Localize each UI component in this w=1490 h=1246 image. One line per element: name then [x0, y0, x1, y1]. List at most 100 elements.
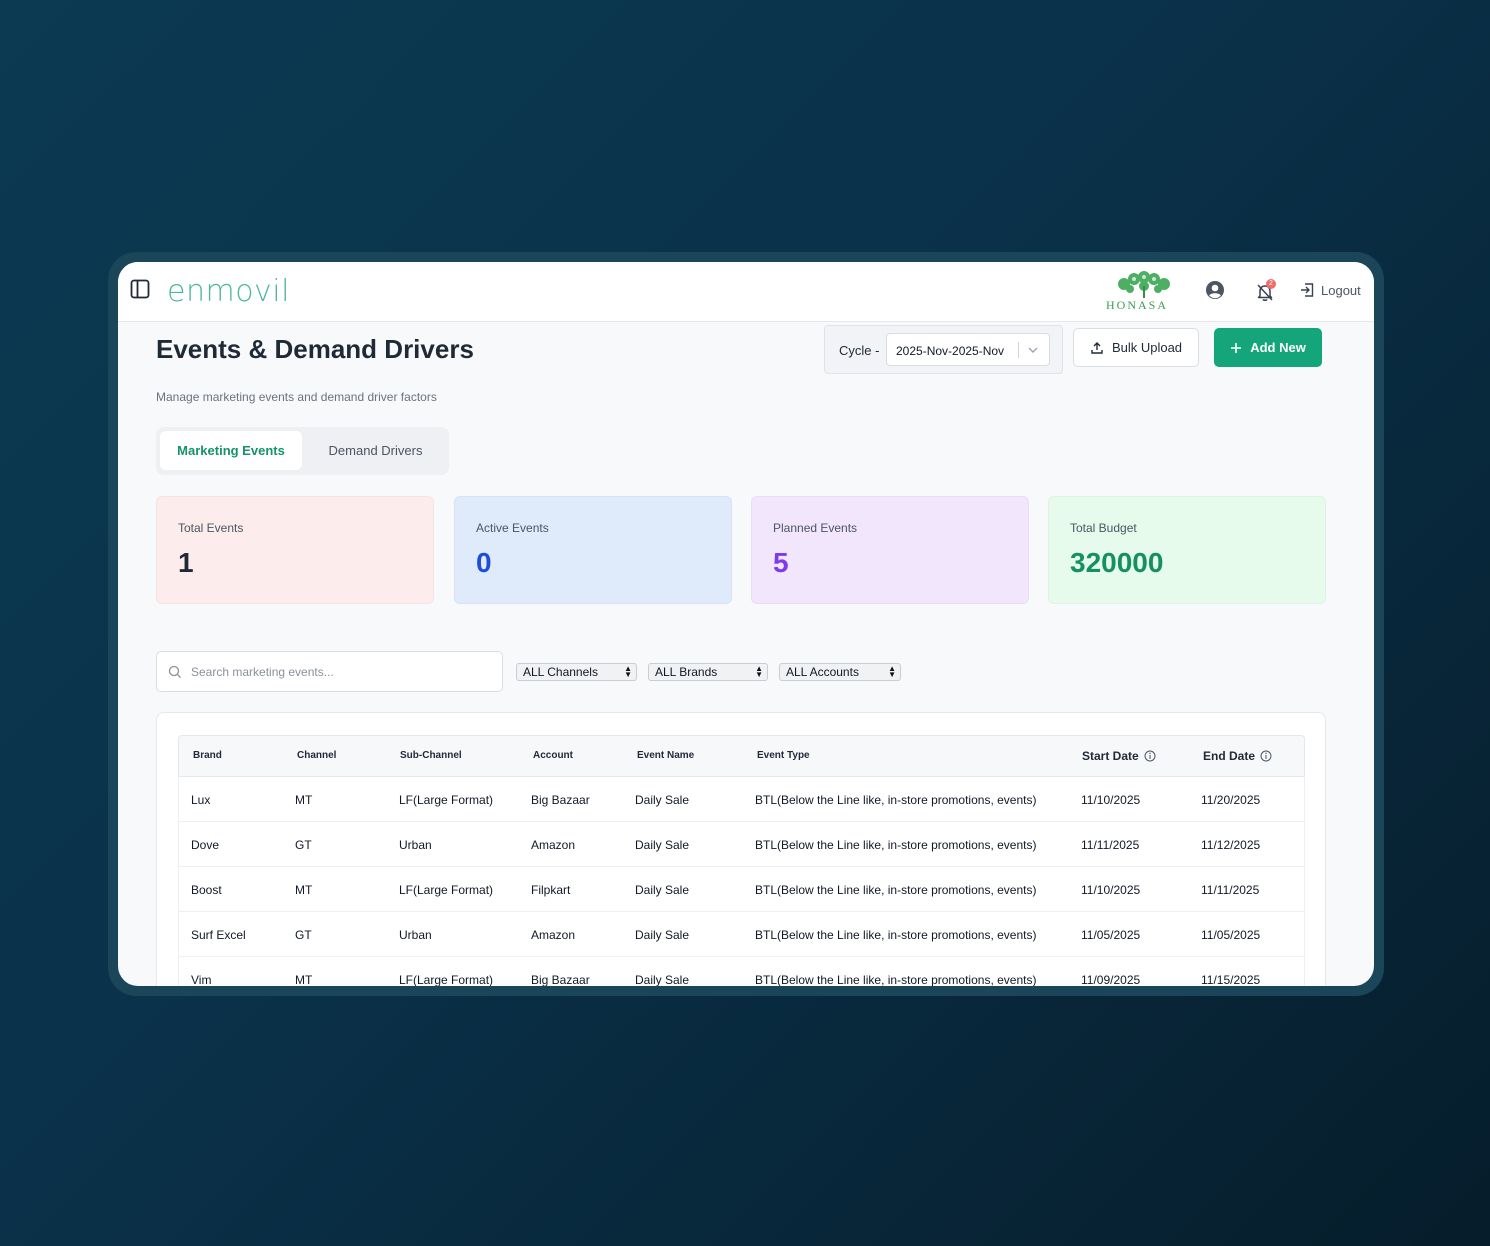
- select-arrows-icon: ▲ ▼: [624, 664, 632, 679]
- page-title: Events & Demand Drivers: [156, 334, 474, 364]
- cell-start-date: 11/05/2025: [1081, 928, 1141, 942]
- app-logo[interactable]: enmovil: [167, 274, 290, 309]
- cell-end-date: 11/15/2025: [1201, 973, 1261, 986]
- brand-logo: HONASA: [1104, 270, 1184, 312]
- cell-sub-channel: LF(Large Format): [399, 793, 494, 807]
- cell-channel: MT: [295, 793, 313, 807]
- user-icon[interactable]: [1205, 280, 1225, 300]
- app-window: enmovil HONASA 2 Logout Events & Demand …: [118, 262, 1374, 986]
- cell-end-date: 11/12/2025: [1201, 838, 1261, 852]
- brand-logo-text: HONASA: [1106, 298, 1169, 312]
- bulk-upload-label: Bulk Upload: [1111, 340, 1183, 355]
- table-row[interactable]: Lux MT LF(Large Format) Big Bazaar Daily…: [178, 777, 1305, 822]
- column-header-event-name[interactable]: Event Name: [637, 750, 694, 761]
- cell-sub-channel: LF(Large Format): [399, 883, 494, 897]
- table-row[interactable]: Vim MT LF(Large Format) Big Bazaar Daily…: [178, 957, 1305, 986]
- cell-account: Amazon: [531, 838, 576, 852]
- logout-label: Logout: [1321, 282, 1361, 298]
- cell-sub-channel: Urban: [399, 928, 432, 942]
- tab-demand-drivers[interactable]: Demand Drivers: [306, 431, 445, 470]
- cell-start-date: 11/09/2025: [1081, 973, 1141, 986]
- bulk-upload-button[interactable]: Bulk Upload: [1073, 328, 1199, 367]
- chevron-down-icon: [1028, 347, 1038, 353]
- search-box: [156, 651, 503, 692]
- column-header-brand[interactable]: Brand: [193, 750, 222, 761]
- cycle-dropdown[interactable]: 2025-Nov-2025-Nov: [886, 333, 1050, 366]
- logout-button[interactable]: Logout: [1299, 282, 1361, 298]
- info-icon[interactable]: [1144, 750, 1156, 762]
- table-header: Brand Channel Sub-Channel Account Event …: [178, 735, 1305, 777]
- cell-account: Filpkart: [531, 883, 571, 897]
- cell-channel: MT: [295, 883, 313, 897]
- column-header-account[interactable]: Account: [533, 750, 573, 761]
- info-icon[interactable]: [1260, 750, 1272, 762]
- tree-logo-icon: [1118, 271, 1170, 298]
- brand-select[interactable]: ALL Brands ▲ ▼: [648, 663, 768, 681]
- stat-label: Total Budget: [1070, 521, 1137, 535]
- column-header-sub-channel[interactable]: Sub-Channel: [400, 750, 462, 761]
- stat-label: Active Events: [476, 521, 549, 535]
- cycle-value: 2025-Nov-2025-Nov: [896, 344, 1005, 358]
- tab-bar: Marketing Events Demand Drivers: [156, 427, 449, 475]
- cell-event-type: BTL(Below the Line like, in-store promot…: [755, 793, 1037, 807]
- add-new-button[interactable]: Add New: [1214, 328, 1322, 367]
- account-select[interactable]: ALL Accounts ▲ ▼: [779, 663, 901, 681]
- logout-icon: [1301, 283, 1314, 297]
- cell-channel: GT: [295, 838, 312, 852]
- top-bar: enmovil HONASA 2 Logout: [118, 262, 1374, 322]
- search-icon: [168, 665, 181, 678]
- cycle-separator: [1018, 342, 1019, 358]
- table-row[interactable]: Surf Excel GT Urban Amazon Daily Sale BT…: [178, 912, 1305, 957]
- cell-account: Big Bazaar: [531, 793, 590, 807]
- upload-icon: [1091, 341, 1103, 354]
- stat-card-planned-events: Planned Events 5: [751, 496, 1029, 604]
- plus-icon: [1231, 342, 1242, 353]
- end-date-label: End Date: [1203, 749, 1256, 763]
- table-row[interactable]: Dove GT Urban Amazon Daily Sale BTL(Belo…: [178, 822, 1305, 867]
- cell-brand: Lux: [191, 793, 211, 807]
- cell-event-name: Daily Sale: [635, 793, 690, 807]
- cell-event-name: Daily Sale: [635, 838, 690, 852]
- cell-account: Big Bazaar: [531, 973, 590, 986]
- cell-brand: Boost: [191, 883, 222, 897]
- cell-end-date: 11/20/2025: [1201, 793, 1261, 807]
- cell-end-date: 11/05/2025: [1201, 928, 1261, 942]
- start-date-label: Start Date: [1082, 749, 1139, 763]
- column-header-channel[interactable]: Channel: [297, 750, 336, 761]
- cell-event-type: BTL(Below the Line like, in-store promot…: [755, 838, 1037, 852]
- channel-select[interactable]: ALL Channels ▲ ▼: [516, 663, 637, 681]
- notification-badge: 2: [1266, 279, 1276, 289]
- tab-marketing-events[interactable]: Marketing Events: [160, 431, 302, 470]
- stat-card-total-budget: Total Budget 320000: [1048, 496, 1326, 604]
- column-header-end-date[interactable]: End Date: [1203, 749, 1272, 763]
- cell-end-date: 11/11/2025: [1201, 883, 1260, 897]
- cell-event-name: Daily Sale: [635, 928, 690, 942]
- cell-event-type: BTL(Below the Line like, in-store promot…: [755, 928, 1037, 942]
- page-subtitle: Manage marketing events and demand drive…: [156, 390, 437, 404]
- table-row[interactable]: Boost MT LF(Large Format) Filpkart Daily…: [178, 867, 1305, 912]
- sidebar-toggle-icon[interactable]: [130, 279, 150, 299]
- add-new-label: Add New: [1250, 340, 1306, 355]
- cell-brand: Vim: [191, 973, 212, 986]
- stat-label: Total Events: [178, 521, 244, 535]
- events-table: Brand Channel Sub-Channel Account Event …: [178, 735, 1305, 986]
- column-header-start-date[interactable]: Start Date: [1082, 749, 1156, 763]
- search-input[interactable]: [191, 662, 491, 682]
- stat-value: 5: [773, 547, 789, 578]
- cell-start-date: 11/10/2025: [1081, 883, 1141, 897]
- events-table-card: Brand Channel Sub-Channel Account Event …: [156, 712, 1326, 986]
- channel-select-value: ALL Channels: [523, 665, 598, 679]
- stat-card-total-events: Total Events 1: [156, 496, 434, 604]
- cell-event-name: Daily Sale: [635, 973, 690, 986]
- stat-label: Planned Events: [773, 521, 858, 535]
- stat-value: 320000: [1070, 547, 1164, 578]
- cell-channel: MT: [295, 973, 313, 986]
- stat-value: 0: [476, 547, 492, 578]
- cell-channel: GT: [295, 928, 312, 942]
- cell-brand: Dove: [191, 838, 220, 852]
- cell-event-type: BTL(Below the Line like, in-store promot…: [755, 973, 1037, 986]
- column-header-event-type[interactable]: Event Type: [757, 750, 810, 761]
- cell-event-type: BTL(Below the Line like, in-store promot…: [755, 883, 1037, 897]
- cell-start-date: 11/11/2025: [1081, 838, 1140, 852]
- cell-event-name: Daily Sale: [635, 883, 690, 897]
